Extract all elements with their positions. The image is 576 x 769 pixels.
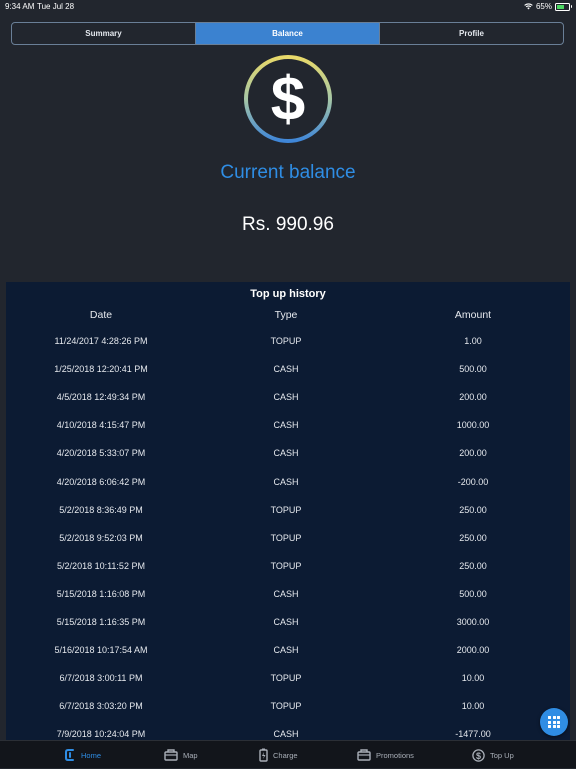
row-amount: 250.00 <box>459 532 487 543</box>
tab-top-up-label: Top Up <box>490 750 514 760</box>
row-type: CASH <box>273 392 299 403</box>
row-amount: 200.00 <box>459 448 487 459</box>
history-title: Top up history <box>250 288 326 300</box>
apps-fab-button[interactable] <box>540 708 568 736</box>
row-date: 6/7/2018 3:03:20 PM <box>59 701 143 712</box>
svg-text:$: $ <box>271 65 305 134</box>
svg-text:$: $ <box>476 751 481 761</box>
battery-percentage: 65% <box>535 2 552 11</box>
row-type: TOPUP <box>270 504 302 515</box>
tab-promotions[interactable]: Promotions <box>357 741 414 769</box>
row-amount: 1000.00 <box>456 420 490 431</box>
table-row: 4/10/2018 4:15:47 PM CASH 1000.00 <box>6 420 570 434</box>
row-type: CASH <box>273 588 299 599</box>
row-amount: 500.00 <box>459 364 487 375</box>
table-row: 6/7/2018 3:03:20 PM TOPUP 10.00 <box>6 701 570 715</box>
wifi-icon <box>524 3 533 10</box>
row-amount: 2000.00 <box>456 645 490 656</box>
grid-icon <box>548 716 560 728</box>
status-date: Tue Jul 28 <box>37 2 75 11</box>
row-amount: -1477.00 <box>455 729 491 740</box>
row-date: 4/20/2018 5:33:07 PM <box>56 448 146 459</box>
tab-charge[interactable]: Charge <box>259 741 298 769</box>
row-amount: 200.00 <box>459 392 487 403</box>
tab-balance[interactable]: Balance <box>196 23 380 44</box>
row-type: CASH <box>273 645 299 656</box>
tab-promotions-label: Promotions <box>376 750 414 760</box>
tab-profile[interactable]: Profile <box>380 23 563 44</box>
table-row: 5/15/2018 1:16:35 PM CASH 3000.00 <box>6 617 570 631</box>
row-date: 4/10/2018 4:15:47 PM <box>56 420 146 431</box>
bottom-tab-bar: Home Map Charge Promotions $ Top Up <box>0 740 576 768</box>
tab-top-up[interactable]: $ Top Up <box>472 741 514 769</box>
row-amount: 10.00 <box>461 701 485 712</box>
current-balance-value: Rs. 990.96 <box>242 214 334 235</box>
row-type: CASH <box>273 617 299 627</box>
tab-summary[interactable]: Summary <box>12 23 196 44</box>
row-date: 1/25/2018 12:20:41 PM <box>54 364 148 375</box>
table-row: 5/16/2018 10:17:54 AM CASH 2000.00 <box>6 645 570 659</box>
row-date: 11/24/2017 4:28:26 PM <box>54 336 148 346</box>
row-amount: -200.00 <box>457 476 489 487</box>
table-row: 5/2/2018 8:36:49 PM TOPUP 250.00 <box>6 505 570 519</box>
row-date: 5/2/2018 10:11:52 PM <box>57 560 145 571</box>
home-icon <box>65 749 74 761</box>
column-header-amount: Amount <box>454 309 492 321</box>
row-date: 4/20/2018 6:06:42 PM <box>56 476 146 487</box>
status-bar: 9:34 AM Tue Jul 28 65% <box>0 0 576 14</box>
top-up-history-panel: Top up history Date Type Amount 11/24/20… <box>6 282 570 742</box>
row-date: 4/5/2018 12:49:34 PM <box>56 392 146 403</box>
row-date: 5/2/2018 9:52:03 PM <box>59 532 143 543</box>
row-date: 5/2/2018 8:36:49 PM <box>59 504 143 515</box>
row-date: 6/7/2018 3:00:11 PM <box>59 673 143 684</box>
column-header-date: Date <box>89 309 113 321</box>
row-type: TOPUP <box>270 532 302 543</box>
promotions-icon <box>357 749 371 761</box>
map-icon <box>164 749 178 761</box>
row-date: 5/16/2018 10:17:54 AM <box>54 645 148 656</box>
table-row: 4/20/2018 6:06:42 PM CASH -200.00 <box>6 477 570 491</box>
tab-home-label: Home <box>81 750 102 760</box>
dollar-coin-icon: $ <box>244 55 332 143</box>
battery-icon <box>555 2 572 11</box>
row-amount: 500.00 <box>459 588 487 599</box>
row-type: CASH <box>273 729 299 740</box>
row-date: 7/9/2018 10:24:04 PM <box>56 729 146 740</box>
row-amount: 10.00 <box>461 673 485 684</box>
column-header-type: Type <box>274 309 298 321</box>
top-up-icon: $ <box>472 748 485 762</box>
row-type: CASH <box>273 448 299 459</box>
table-row: 6/7/2018 3:00:11 PM TOPUP 10.00 <box>6 673 570 687</box>
row-type: TOPUP <box>270 560 302 571</box>
row-type: CASH <box>273 364 299 375</box>
table-row: 5/15/2018 1:16:08 PM CASH 500.00 <box>6 589 570 603</box>
segmented-control: Summary Balance Profile <box>11 22 564 45</box>
row-type: TOPUP <box>270 701 302 712</box>
tab-map[interactable]: Map <box>164 741 198 769</box>
row-type: TOPUP <box>270 336 302 346</box>
row-date: 5/15/2018 1:16:08 PM <box>56 588 146 599</box>
current-balance-label: Current balance <box>220 162 356 183</box>
tab-charge-label: Charge <box>273 750 298 760</box>
table-row: 1/25/2018 12:20:41 PM CASH 500.00 <box>6 364 570 378</box>
row-amount: 1.00 <box>464 336 482 346</box>
table-row: 11/24/2017 4:28:26 PM TOPUP 1.00 <box>6 336 570 350</box>
row-type: TOPUP <box>270 673 302 684</box>
row-amount: 3000.00 <box>456 617 490 627</box>
row-type: CASH <box>273 476 299 487</box>
table-row: 5/2/2018 10:11:52 PM TOPUP 250.00 <box>6 561 570 575</box>
status-time: 9:34 AM <box>5 2 35 11</box>
table-row: 4/20/2018 5:33:07 PM CASH 200.00 <box>6 448 570 462</box>
row-date: 5/15/2018 1:16:35 PM <box>56 617 146 627</box>
charge-icon <box>259 748 268 762</box>
status-indicators: 65% <box>524 2 572 11</box>
table-row: 5/2/2018 9:52:03 PM TOPUP 250.00 <box>6 533 570 547</box>
row-amount: 250.00 <box>459 560 487 571</box>
row-type: CASH <box>273 420 299 431</box>
history-header-row: Date Type Amount <box>6 309 570 323</box>
row-amount: 250.00 <box>459 504 487 515</box>
tab-home[interactable]: Home <box>64 741 101 769</box>
table-row: 4/5/2018 12:49:34 PM CASH 200.00 <box>6 392 570 406</box>
tab-map-label: Map <box>183 750 198 760</box>
